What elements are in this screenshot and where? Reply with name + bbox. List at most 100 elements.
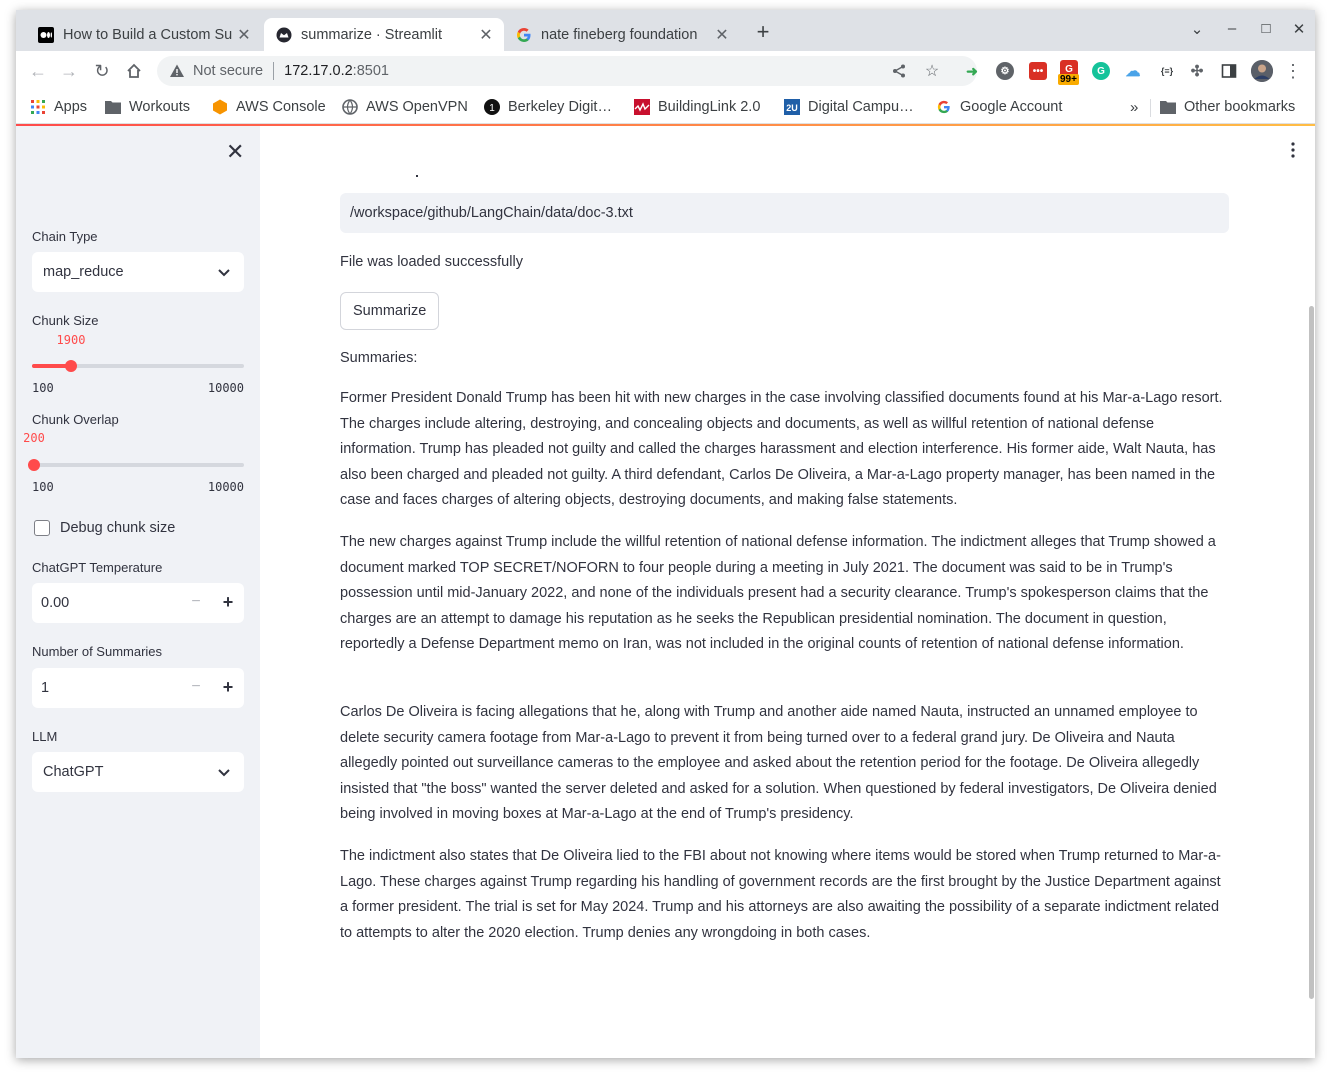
warning-icon[interactable] [169,63,185,79]
chevron-down-icon [218,769,230,777]
close-window-icon[interactable]: ✕ [1289,20,1309,38]
bookmark-aws-openvpn[interactable]: AWS OpenVPN [342,97,468,117]
profile-avatar[interactable] [1251,60,1273,82]
extension-red-icon[interactable]: ••• [1029,62,1047,80]
tab-search-icon[interactable]: ⌄ [1187,20,1207,38]
chevron-down-icon [218,269,230,277]
browser-menu-icon[interactable]: ⋮ [1282,60,1304,82]
2u-icon: 2U [784,99,800,115]
bookmark-label: Other bookmarks [1184,99,1296,115]
summarize-button[interactable]: Summarize [340,292,440,330]
bookmark-berkeley[interactable]: 1 Berkeley Digit… [484,97,612,117]
summaries-label: Summaries: [340,350,418,366]
tab-streamlit[interactable]: summarize · Streamlit ✕ [264,18,504,51]
llm-select[interactable]: ChatGPT [32,752,244,792]
bookmark-label: BuildingLink 2.0 [658,99,761,115]
bookmark-label: Apps [54,99,88,115]
summary-paragraph: The new charges against Trump include th… [340,534,1216,653]
num-summaries-input[interactable]: 1 − + [32,668,244,708]
app-menu-icon[interactable] [1290,142,1296,158]
cloud-icon[interactable]: ☁ [1124,62,1142,80]
apps-grid-icon [30,99,46,115]
chunk-size-label: Chunk Size [32,313,99,328]
buildinglink-icon [634,99,650,115]
status-message: File was loaded successfully [340,254,523,270]
bookmark-label: Workouts [129,99,190,115]
chain-type-select[interactable]: map_reduce [32,252,244,292]
tab-title: nate fineberg foundation [541,26,698,43]
decrement-button[interactable]: − [188,678,204,696]
tab-strip: How to Build a Custom Su ✕ summarize · S… [16,10,1315,51]
bookmarks-overflow-button[interactable]: » [1130,97,1138,117]
bookmark-label: AWS OpenVPN [366,99,468,115]
browser-window: How to Build a Custom Su ✕ summarize · S… [16,10,1315,1058]
temperature-input[interactable]: 0.00 − + [32,583,244,623]
chunk-size-slider[interactable] [32,360,244,372]
maximize-icon[interactable]: □ [1256,20,1276,37]
bookmark-star-icon[interactable]: ☆ [923,63,941,81]
tab-medium-article[interactable]: How to Build a Custom Su ✕ [26,18,262,51]
bookmark-digital-campus[interactable]: 2U Digital Campu… [784,97,914,117]
decrement-button[interactable]: − [188,593,204,611]
close-tab-icon[interactable]: ✕ [714,25,730,45]
bookmark-apps[interactable]: Apps [30,97,87,117]
extension-badge-count: 99+ [1058,74,1079,85]
chunk-overlap-slider-thumb[interactable] [28,459,40,471]
side-panel-icon[interactable] [1220,62,1238,80]
chunk-overlap-slider[interactable] [28,459,244,471]
summary-paragraph: The indictment also states that De Olive… [340,848,1221,941]
bookmark-workouts[interactable]: Workouts [105,97,190,117]
new-tab-icon[interactable]: + [752,21,774,44]
minimize-icon[interactable]: – [1222,20,1242,37]
extension-arrow-icon[interactable]: ➜ [963,62,981,80]
divider [273,62,275,80]
scrolled-off-label-fragment [416,175,418,177]
bookmark-google-account[interactable]: Google Account [936,97,1062,117]
chunk-size-min: 100 [32,381,54,395]
back-icon[interactable]: ← [27,60,49,82]
folder-icon [1160,99,1176,115]
bookmark-label: Digital Campu… [808,99,914,115]
file-path-input[interactable]: /workspace/github/LangChain/data/doc-3.t… [340,193,1229,233]
bookmark-buildinglink[interactable]: BuildingLink 2.0 [634,97,760,117]
bookmark-other-bookmarks[interactable]: Other bookmarks [1160,97,1295,117]
svg-text:1: 1 [489,103,495,114]
google-icon [936,99,952,115]
chain-type-value: map_reduce [43,264,124,280]
reload-icon[interactable]: ↻ [91,60,113,82]
extension-gear-icon[interactable]: ⚙ [996,62,1014,80]
num-summaries-label: Number of Summaries [32,644,163,659]
increment-button[interactable]: + [220,677,236,698]
chain-type-label: Chain Type [32,229,98,244]
llm-value: ChatGPT [43,764,104,780]
tab-google-search[interactable]: nate fineberg foundation ✕ [504,18,740,51]
llm-label: LLM [32,729,58,744]
extensions-puzzle-icon[interactable]: ✣ [1188,62,1206,80]
browser-toolbar: ← → ↻ Not secure 172.17.0.2 :8501 ☆ ➜ ⚙ … [16,51,1315,91]
chunk-size-slider-thumb[interactable] [65,360,77,372]
chunk-overlap-label: Chunk Overlap [32,412,119,427]
sidebar: ✕ Chain Type map_reduce Chunk Size 1900 … [16,126,260,1058]
file-path-value: /workspace/github/LangChain/data/doc-3.t… [350,205,633,221]
bookmark-aws-console[interactable]: AWS Console [212,97,326,117]
close-tab-icon[interactable]: ✕ [236,25,252,45]
scrollbar[interactable] [1309,306,1314,999]
address-bar[interactable]: Not secure 172.17.0.2 :8501 ☆ [157,56,977,86]
close-tab-icon[interactable]: ✕ [478,25,494,45]
json-extension-icon[interactable]: {≡} [1156,62,1178,80]
divider [1150,99,1151,117]
home-icon[interactable] [123,60,145,82]
temperature-value: 0.00 [41,595,70,611]
grammarly-icon[interactable]: G [1092,62,1110,80]
close-sidebar-icon[interactable]: ✕ [226,141,244,163]
summary-paragraph: Carlos De Oliveira is facing allegations… [340,704,1217,823]
chunk-size-value: 1900 [56,333,86,347]
forward-icon[interactable]: → [58,60,80,82]
tab-title: summarize · Streamlit [301,26,442,43]
debug-chunk-size-checkbox[interactable] [34,520,50,536]
svg-text:2U: 2U [786,103,798,113]
share-icon[interactable] [890,63,908,81]
main-content: /workspace/github/LangChain/data/doc-3.t… [260,126,1315,1058]
increment-button[interactable]: + [220,592,236,613]
temperature-label: ChatGPT Temperature [32,560,163,575]
